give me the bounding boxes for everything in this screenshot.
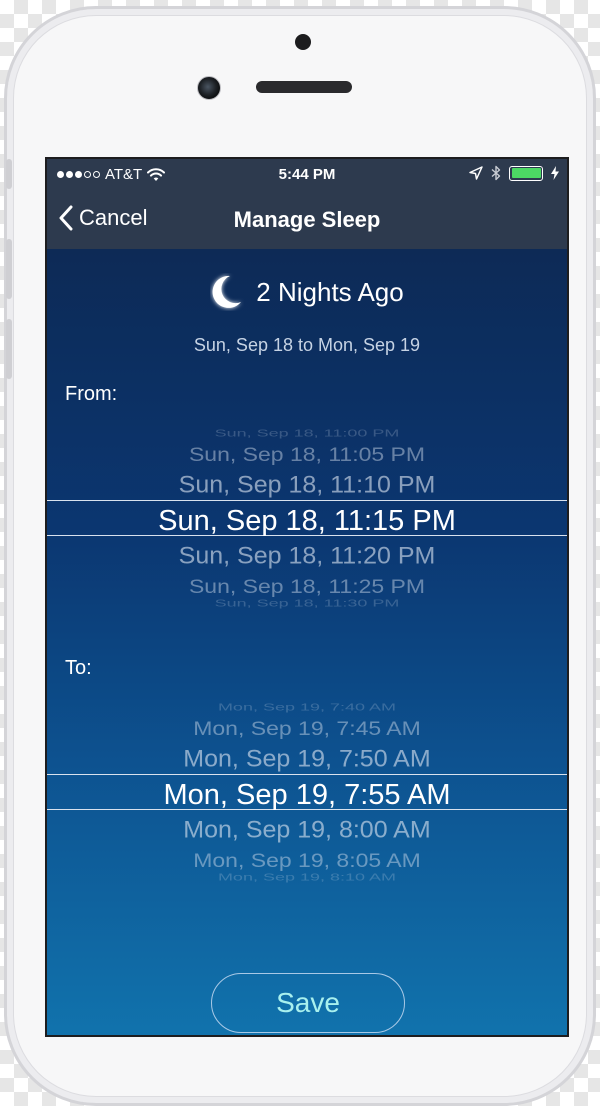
to-time-picker[interactable]: Mon, Sep 19, 7:40 AM Mon, Sep 19, 7:45 AM… (47, 702, 567, 905)
earpiece-speaker (256, 81, 352, 93)
save-button[interactable]: Save (211, 973, 405, 1033)
picker-option[interactable]: Sun, Sep 18, 11:05 PM (47, 443, 567, 466)
picker-option[interactable]: Sun, Sep 18, 11:00 PM (47, 428, 567, 440)
sleep-editor: 2 Nights Ago Sun, Sep 18 to Mon, Sep 19 … (47, 249, 567, 1035)
picker-option[interactable]: Mon, Sep 19, 7:50 AM (47, 746, 567, 774)
proximity-sensor (295, 34, 311, 50)
phone-frame: AT&T 5:44 PM Cancel Manage Sleep 2 Night… (4, 6, 596, 1106)
front-camera (197, 76, 221, 100)
navigation-bar: Cancel Manage Sleep (47, 189, 567, 249)
picker-option[interactable]: Sun, Sep 18, 11:20 PM (47, 543, 567, 571)
volume-up-button (6, 239, 12, 299)
battery-icon (509, 165, 543, 181)
to-label: To: (65, 657, 92, 679)
picker-option[interactable]: Mon, Sep 19, 7:45 AM (47, 717, 567, 740)
picker-option[interactable]: Mon, Sep 19, 8:05 AM (47, 849, 567, 872)
from-time-picker[interactable]: Sun, Sep 18, 11:00 PM Sun, Sep 18, 11:05 … (47, 428, 567, 631)
from-label: From: (65, 383, 118, 405)
status-bar: AT&T 5:44 PM (47, 159, 567, 189)
picker-selected-option[interactable]: Sun, Sep 18, 11:15 PM (47, 505, 567, 538)
picker-option[interactable]: Sun, Sep 18, 11:30 PM (47, 598, 567, 610)
picker-option[interactable]: Mon, Sep 19, 7:40 AM (47, 702, 567, 714)
page-title: Manage Sleep (233, 207, 381, 232)
night-title: 2 Nights Ago (256, 276, 404, 307)
picker-option[interactable]: Mon, Sep 19, 8:10 AM (47, 872, 567, 884)
picker-selected-option[interactable]: Mon, Sep 19, 7:55 AM (47, 779, 567, 812)
lightning-bolt-icon (551, 166, 559, 180)
date-range: Sun, Sep 18 to Mon, Sep 19 (193, 335, 421, 355)
picker-option[interactable]: Sun, Sep 18, 11:25 PM (47, 575, 567, 598)
mute-switch (6, 159, 12, 189)
picker-option[interactable]: Mon, Sep 19, 8:00 AM (47, 817, 567, 845)
location-arrow-icon (469, 166, 483, 180)
phone-screen: AT&T 5:44 PM Cancel Manage Sleep 2 Night… (45, 157, 569, 1037)
status-right (469, 165, 559, 181)
moon-icon (212, 275, 242, 308)
volume-down-button (6, 319, 12, 379)
bluetooth-icon (491, 165, 501, 181)
night-heading: 2 Nights Ago (47, 273, 567, 311)
battery-level (511, 168, 541, 178)
picker-option[interactable]: Sun, Sep 18, 11:10 PM (47, 472, 567, 500)
